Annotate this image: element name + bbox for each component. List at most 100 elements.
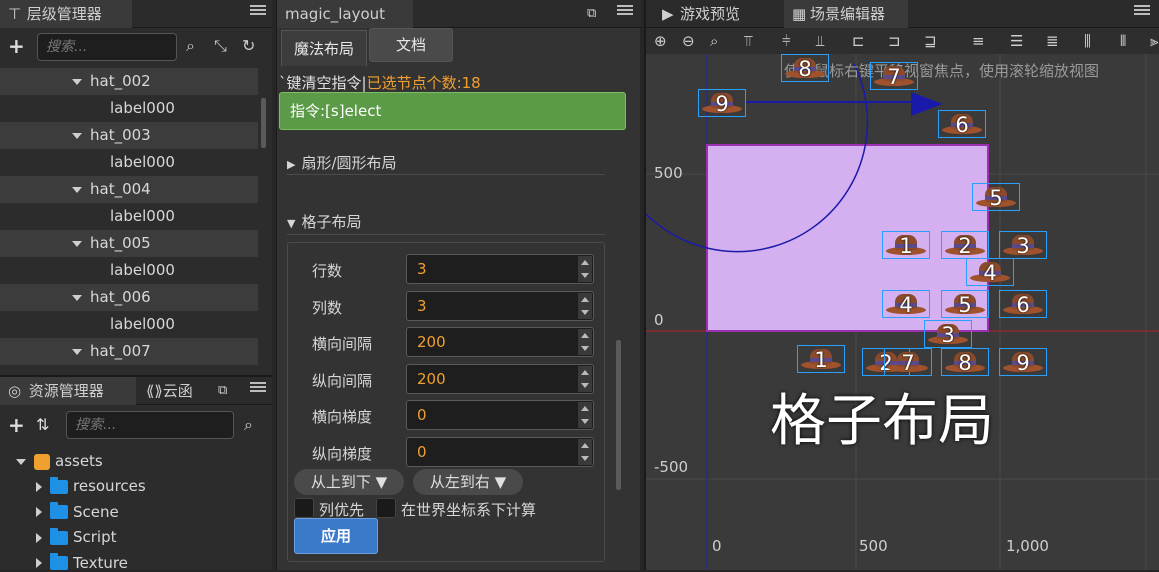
tree-child-node[interactable]: label000 [0, 203, 258, 230]
tab-docs[interactable]: 文档 [369, 28, 453, 62]
spinner-icon[interactable] [578, 402, 592, 428]
align-bottom-icon[interactable]: ⫫ [816, 32, 824, 50]
hat-number: 6 [1016, 293, 1030, 317]
zoom-reset-icon[interactable]: ⌕ [710, 32, 718, 50]
hierarchy-menu-icon[interactable] [250, 3, 266, 17]
tree-node[interactable]: hat_003 [0, 122, 258, 149]
tree-child-node[interactable]: label000 [0, 149, 258, 176]
world-coords-checkbox[interactable] [376, 498, 396, 518]
tab-assets[interactable]: ◎ 资源管理器 [0, 377, 136, 405]
hat-sprite[interactable]: 6 [999, 290, 1047, 318]
field-label: 纵向梯度 [312, 444, 373, 463]
chevron-down-icon [72, 294, 82, 301]
hierarchy-scrollbar[interactable] [261, 98, 266, 148]
number-input[interactable]: 200 [406, 327, 594, 357]
tab-cloud[interactable]: ⟪⟫云函 [138, 377, 208, 405]
number-input[interactable]: 3 [406, 254, 594, 284]
distribute-right-icon[interactable]: ⫸ [1150, 32, 1158, 50]
tree-node[interactable]: hat_007 [0, 338, 258, 365]
assets-search-input[interactable]: 搜索... [66, 411, 234, 439]
hat-sprite[interactable]: 3 [999, 231, 1047, 259]
hat-sprite[interactable]: 3 [924, 320, 972, 348]
zoom-out-icon[interactable]: ⊖ [682, 32, 695, 50]
align-vcenter-icon[interactable]: ⫩ [782, 32, 791, 50]
direction-vertical-dropdown[interactable]: 从上到下 ▼ [294, 469, 404, 495]
column-first-checkbox[interactable] [294, 498, 314, 518]
tree-child-node[interactable]: label000 [0, 95, 258, 122]
tree-child-node[interactable]: label000 [0, 311, 258, 338]
scene-menu-icon[interactable] [1134, 3, 1150, 17]
spinner-icon[interactable] [578, 329, 592, 355]
hat-sprite[interactable]: 1 [882, 231, 930, 259]
hat-sprite[interactable]: 4 [882, 290, 930, 318]
hat-sprite[interactable]: 5 [972, 183, 1020, 211]
tab-magic-layout[interactable]: magic_layout [277, 0, 413, 28]
distribute-bottom-icon[interactable]: ≣ [1046, 32, 1059, 50]
world-coords-label: 在世界坐标系下计算 [401, 501, 537, 519]
number-input[interactable]: 0 [406, 400, 594, 430]
hat-sprite[interactable]: 4 [966, 258, 1014, 286]
assets-menu-icon[interactable] [250, 380, 266, 394]
hat-sprite[interactable]: 7 [870, 62, 918, 90]
spinner-icon[interactable] [578, 438, 592, 465]
tree-node[interactable]: hat_005 [0, 230, 258, 257]
section-fan[interactable]: ▶ 扇形/圆形布局 [287, 152, 397, 173]
asset-root[interactable]: assets [16, 452, 103, 470]
tab-magic[interactable]: 魔法布局 [281, 30, 367, 66]
add-node-icon[interactable]: + [8, 34, 25, 58]
collapse-icon[interactable]: ⤡ [214, 36, 227, 56]
hat-sprite[interactable]: 1 [797, 345, 845, 373]
hat-sprite[interactable]: 6 [938, 110, 986, 138]
hat-sprite[interactable]: 7 [884, 348, 932, 376]
spinner-icon[interactable] [578, 292, 592, 319]
popout-icon[interactable]: ⧉ [587, 6, 596, 21]
tree-node[interactable]: hat_004 [0, 176, 258, 203]
distribute-middle-icon[interactable]: ☰ [1010, 32, 1023, 50]
hierarchy-tabbar: ⊤ 层级管理器 [0, 0, 272, 28]
number-input[interactable]: 3 [406, 290, 594, 321]
hat-sprite[interactable]: 8 [941, 348, 989, 376]
folder-icon [50, 527, 68, 545]
distribute-left-icon[interactable]: ⫼ [1084, 32, 1091, 50]
hierarchy-search-input[interactable]: 搜索... [37, 33, 177, 61]
asset-folder[interactable]: resources [36, 476, 146, 495]
sort-icon[interactable]: ⇅ [36, 415, 49, 434]
apply-button[interactable]: 应用 [294, 518, 378, 554]
zoom-in-icon[interactable]: ⊕ [654, 32, 667, 50]
command-bar[interactable]: 指令:[s]elect [279, 92, 626, 130]
tree-node[interactable]: hat_002 [0, 68, 258, 95]
align-left-icon[interactable]: ⊏ [852, 32, 865, 50]
add-asset-icon[interactable]: + [8, 413, 25, 437]
asset-folder[interactable]: Texture [36, 553, 128, 572]
tab-game-preview[interactable]: ▶ 游戏预览 [654, 0, 782, 28]
tree-node[interactable]: hat_006 [0, 284, 258, 311]
asset-folder[interactable]: Scene [36, 502, 119, 521]
popout-icon[interactable]: ⧉ [218, 383, 227, 398]
direction-horizontal-dropdown[interactable]: 从左到右 ▼ [413, 469, 523, 495]
align-hcenter-icon[interactable]: ⊐ [888, 32, 901, 50]
hat-sprite[interactable]: 5 [941, 290, 989, 318]
hat-sprite[interactable]: 9 [698, 89, 746, 117]
spinner-icon[interactable] [578, 365, 592, 392]
number-input[interactable]: 0 [406, 436, 594, 467]
number-input[interactable]: 200 [406, 363, 594, 394]
tree-child-node[interactable]: label000 [0, 257, 258, 284]
distribute-top-icon[interactable]: ≡ [972, 32, 985, 50]
magic-scrollbar[interactable] [616, 340, 621, 490]
distribute-center-icon[interactable]: ⫴ [1120, 32, 1126, 50]
magic-menu-icon[interactable] [617, 3, 633, 17]
divider [287, 174, 605, 175]
asset-folder[interactable]: Script [36, 527, 117, 546]
search-icon[interactable]: ⌕ [186, 36, 195, 56]
align-top-icon[interactable]: ⫪ [744, 32, 752, 50]
refresh-icon[interactable]: ↻ [242, 36, 255, 55]
hat-sprite[interactable]: 8 [781, 54, 829, 82]
tab-hierarchy[interactable]: ⊤ 层级管理器 [0, 0, 132, 28]
hat-sprite[interactable]: 2 [941, 231, 989, 259]
spinner-icon[interactable] [578, 256, 592, 282]
asset-search-icon[interactable]: ⌕ [244, 415, 253, 435]
align-right-icon[interactable]: ⊒ [924, 32, 937, 50]
section-grid[interactable]: ▼ 格子布局 [287, 211, 361, 232]
hat-sprite[interactable]: 9 [999, 348, 1047, 376]
tab-scene-editor[interactable]: ▦ 场景编辑器 [784, 0, 908, 28]
